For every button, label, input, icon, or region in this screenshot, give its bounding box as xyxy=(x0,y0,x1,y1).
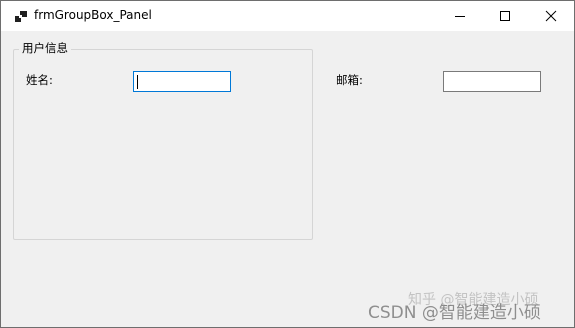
text-caret xyxy=(137,75,138,89)
title-bar[interactable]: frmGroupBox_Panel xyxy=(1,1,574,31)
maximize-icon xyxy=(500,11,510,21)
close-icon xyxy=(545,10,557,22)
name-input[interactable] xyxy=(133,71,231,92)
maximize-button[interactable] xyxy=(482,1,528,31)
minimize-button[interactable] xyxy=(437,1,483,31)
email-input[interactable] xyxy=(443,71,541,92)
minimize-icon xyxy=(455,16,465,17)
csdn-watermark: CSDN @智能建造小硕 xyxy=(368,303,541,323)
close-button[interactable] xyxy=(528,1,574,31)
name-label: 姓名: xyxy=(26,73,53,87)
email-label: 邮箱: xyxy=(336,73,363,87)
window-title: frmGroupBox_Panel xyxy=(34,8,152,22)
app-icon xyxy=(15,11,27,22)
groupbox-title: 用户信息 xyxy=(19,40,71,56)
